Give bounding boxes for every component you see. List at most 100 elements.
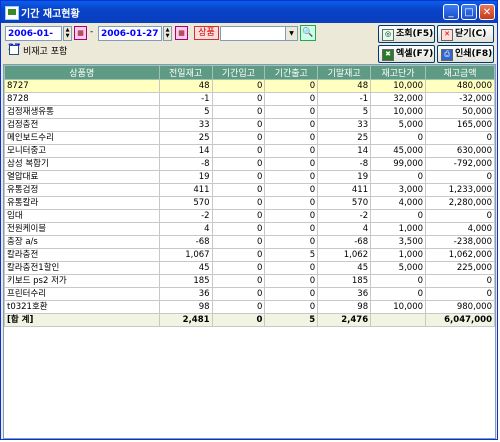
- value-cell: 19: [158, 170, 213, 184]
- table-row[interactable]: 유통검정 411 0 0 411 3,000 1,233,000: [4, 183, 495, 197]
- value-cell: -32,000: [425, 92, 495, 106]
- value-cell: -2: [317, 209, 372, 223]
- value-cell: 0: [211, 92, 266, 106]
- date-to-input[interactable]: 2006-01-27: [98, 26, 162, 41]
- search-icon[interactable]: 🔍: [300, 25, 316, 41]
- date-to-spinner[interactable]: ▲ ▼: [163, 26, 172, 41]
- table-row[interactable]: 프린터수리 36 0 0 36 0 0: [4, 287, 495, 301]
- value-cell: 0: [370, 131, 427, 145]
- column-header[interactable]: 기간출고: [264, 65, 319, 80]
- product-name-cell: 모니터중고: [4, 144, 160, 158]
- table-row[interactable]: 8728 -1 0 0 -1 32,000 -32,000: [4, 92, 495, 106]
- product-name-cell: 삼성 복합기: [4, 157, 160, 171]
- inventory-window: 기간 재고현황 _ □ ✕ 2006-01-27 ▲▼ ▦ - 2006-01-…: [0, 0, 498, 440]
- value-cell: 36: [317, 287, 372, 301]
- value-cell: 0: [370, 170, 427, 184]
- table-row[interactable]: 검정충전 33 0 0 33 5,000 165,000: [4, 118, 495, 132]
- table-row[interactable]: 키보드 ps2 저가 185 0 0 185 0 0: [4, 274, 495, 288]
- exclude-stock-checkbox[interactable]: [9, 45, 19, 55]
- column-header[interactable]: 전일재고: [158, 65, 213, 80]
- value-cell: 10,000: [370, 300, 427, 314]
- value-cell: 0: [370, 209, 427, 223]
- value-cell: 19: [317, 170, 372, 184]
- date-from-input[interactable]: 2006-01-27: [5, 26, 62, 53]
- inventory-grid[interactable]: 상품명 전일재고 기간입고 기간출고 기말재고 재고단가 재고금액 8727 48 0 0 48 10…: [3, 64, 496, 439]
- table-row[interactable]: 모니터중고 14 0 0 14 45,000 630,000: [4, 144, 495, 158]
- column-header[interactable]: 기간입고: [211, 65, 266, 80]
- value-cell: 4,000: [370, 196, 427, 210]
- value-cell: 45: [158, 261, 213, 275]
- print-button[interactable]: ⎙ 인쇄(F8): [437, 45, 494, 63]
- product-combo[interactable]: ▼: [220, 26, 298, 41]
- column-header[interactable]: 재고금액: [425, 65, 495, 80]
- app-icon: [5, 6, 19, 20]
- column-header[interactable]: 기말재고: [317, 65, 372, 80]
- calendar-to-icon[interactable]: ▦: [175, 26, 188, 40]
- search-button[interactable]: ◎ 조회(F5): [378, 25, 435, 43]
- calendar-from-icon[interactable]: ▦: [74, 26, 87, 40]
- value-cell: 0: [211, 300, 266, 314]
- close-icon: ✕: [441, 29, 453, 41]
- magnifier-icon: ◎: [382, 29, 394, 41]
- value-cell: 980,000: [425, 300, 495, 314]
- minimize-button[interactable]: _: [443, 4, 459, 20]
- value-cell: 0: [211, 105, 266, 119]
- value-cell: 4: [317, 222, 372, 236]
- value-cell: 1,000: [370, 248, 427, 262]
- value-cell: 0: [211, 131, 266, 145]
- value-cell: 0: [211, 287, 266, 301]
- value-cell: 0: [370, 287, 427, 301]
- value-cell: 0: [211, 235, 266, 249]
- value-cell: 0: [264, 287, 319, 301]
- value-cell: 0: [211, 274, 266, 288]
- printer-icon: ⎙: [441, 49, 453, 61]
- date-from-spinner[interactable]: ▲ ▼: [63, 26, 72, 41]
- excel-icon: ✖: [382, 49, 394, 61]
- filter-toolbar: 2006-01-27 ▲▼ ▦ - 2006-01-27 ▲▼ ▦ 상품 ▼ 🔍…: [1, 23, 497, 63]
- table-row[interactable]: 삼성 복합기 -8 0 0 -8 99,000 -792,000: [4, 157, 495, 171]
- column-header[interactable]: 상품명: [4, 65, 160, 80]
- value-cell: 0: [211, 144, 266, 158]
- table-row[interactable]: 칼라충전 1,067 0 5 1,062 1,000 1,062,000: [4, 248, 495, 262]
- value-cell: 50,000: [425, 105, 495, 119]
- value-cell: 10,000: [370, 105, 427, 119]
- table-row[interactable]: 열압대료 19 0 0 19 0 0: [4, 170, 495, 184]
- value-cell: 5,000: [370, 261, 427, 275]
- table-header-row: 상품명 전일재고 기간입고 기간출고 기말재고 재고단가 재고금액: [4, 65, 495, 80]
- value-cell: 14: [317, 144, 372, 158]
- value-cell: 45: [317, 261, 372, 275]
- inventory-table: 상품명 전일재고 기간입고 기간출고 기말재고 재고단가 재고금액 8727 48 0 0 48 10…: [4, 65, 495, 327]
- product-name-cell: 8728: [4, 92, 160, 106]
- value-cell: -8: [158, 157, 213, 171]
- value-cell: 5,000: [370, 118, 427, 132]
- value-cell: 99,000: [370, 157, 427, 171]
- close-button[interactable]: ✕ 닫기(C): [437, 25, 494, 43]
- table-row[interactable]: 임대 -2 0 0 -2 0 0: [4, 209, 495, 223]
- close-window-button[interactable]: ✕: [479, 4, 495, 20]
- table-row[interactable]: 8727 48 0 0 48 10,000 480,000: [4, 79, 495, 93]
- value-cell: 0: [264, 131, 319, 145]
- product-name-cell: 검정충전: [4, 118, 160, 132]
- chevron-down-icon[interactable]: ▼: [285, 27, 297, 40]
- value-cell: 4,000: [425, 222, 495, 236]
- table-row[interactable]: t0321호환 98 0 0 98 10,000 980,000: [4, 300, 495, 314]
- table-row[interactable]: 칼라충전1할인 45 0 0 45 5,000 225,000: [4, 261, 495, 275]
- value-cell: -792,000: [425, 157, 495, 171]
- table-row[interactable]: 충장 a/s -68 0 0 -68 3,500 -238,000: [4, 235, 495, 249]
- value-cell: 4: [158, 222, 213, 236]
- table-row[interactable]: 메인보드수리 25 0 0 25 0 0: [4, 131, 495, 145]
- table-row[interactable]: 유통칼라 570 0 0 570 4,000 2,280,000: [4, 196, 495, 210]
- column-header[interactable]: 재고단가: [370, 65, 427, 80]
- excel-button[interactable]: ✖ 엑셀(F7): [378, 45, 435, 63]
- value-cell: 0: [264, 222, 319, 236]
- table-row[interactable]: 검정재생유통 5 0 0 5 10,000 50,000: [4, 105, 495, 119]
- product-name-cell: 메인보드수리: [4, 131, 160, 145]
- value-cell: 0: [211, 222, 266, 236]
- table-row[interactable]: 전원케이블 4 0 0 4 1,000 4,000: [4, 222, 495, 236]
- value-cell: 45,000: [370, 144, 427, 158]
- date-range-separator: -: [90, 27, 94, 37]
- product-name-cell: 유통검정: [4, 183, 160, 197]
- value-cell: -8: [317, 157, 372, 171]
- maximize-button[interactable]: □: [461, 4, 477, 20]
- value-cell: 0: [211, 183, 266, 197]
